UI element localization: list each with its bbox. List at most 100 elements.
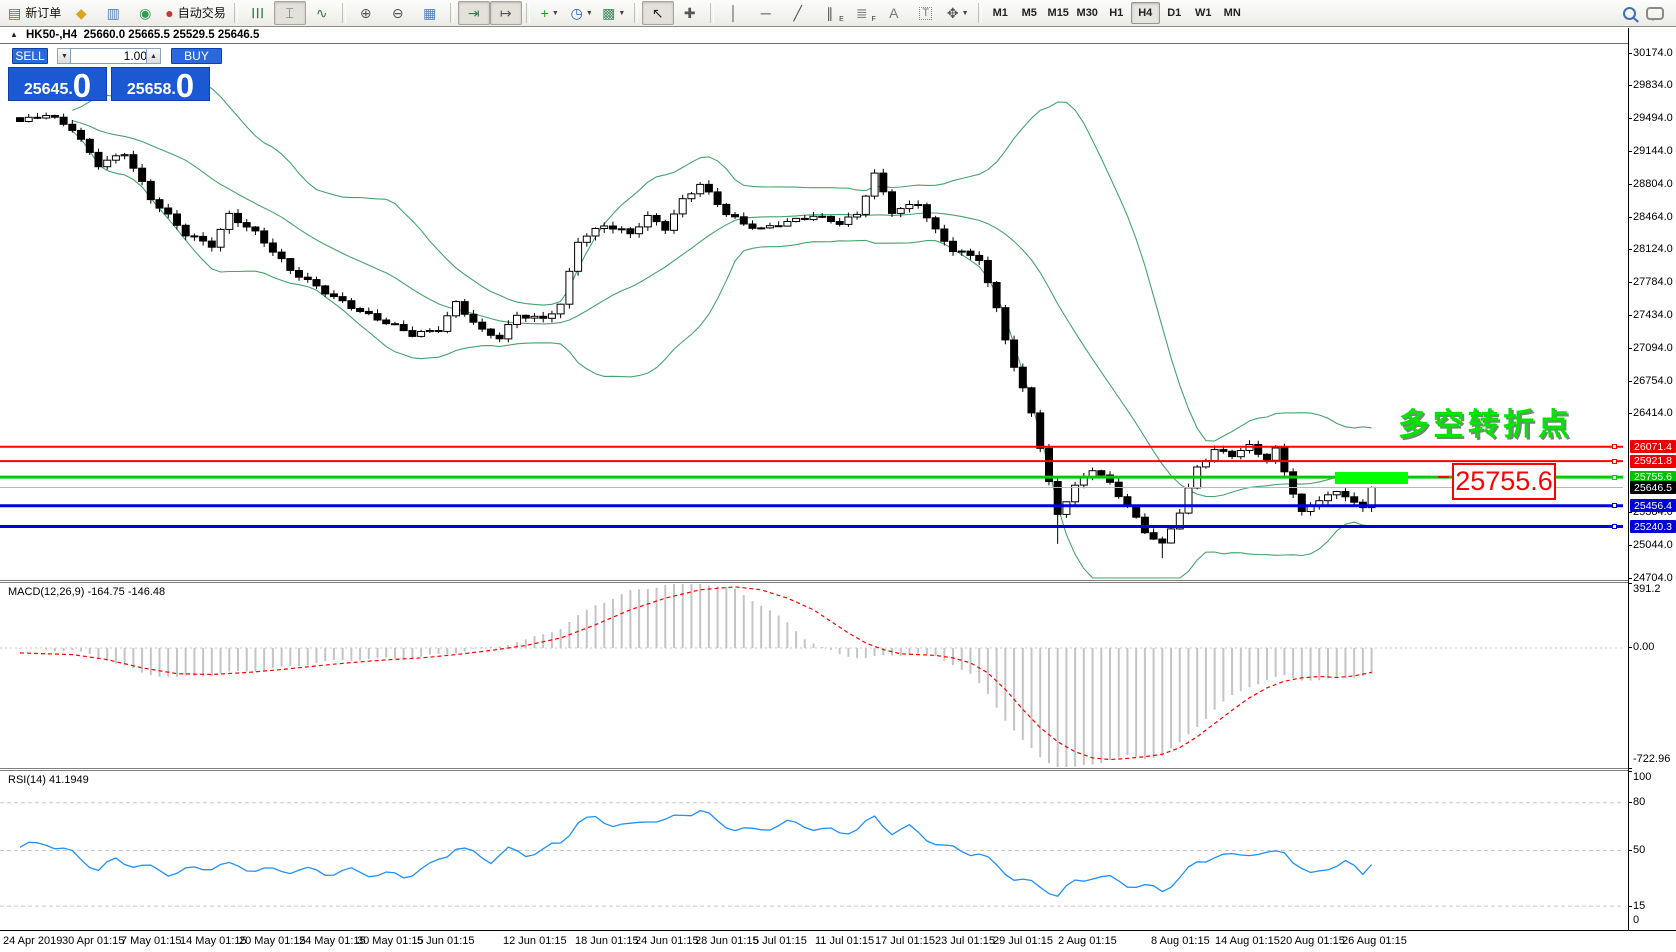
chart-title-strip: ▲ HK50-,H4 25660.0 25665.5 25529.5 25646… [0,28,1676,44]
zoom-out-icon: ⊖ [391,5,404,21]
time-tick-label: 24 May 01:15 [299,935,366,947]
metaeditor-button[interactable]: ◆ [65,1,97,25]
timeframe-d1-button[interactable]: D1 [1160,2,1189,24]
collapse-triangle-icon[interactable]: ▲ [10,30,18,39]
chat-icon[interactable] [1646,6,1664,21]
time-tick-label: 11 Jul 01:15 [815,935,875,947]
toolbar-separator [233,3,238,23]
time-tick-label: 30 Apr 01:15 [62,935,125,947]
bid-price-big-digit: 0 [72,66,92,104]
price-callout-label[interactable]: 25755.6 [1452,463,1556,500]
timeframe-m15-button[interactable]: M15 [1044,2,1073,24]
time-tick-label: 5 Jun 01:15 [417,935,475,947]
price-tick-label: 28464.0 [1633,210,1673,223]
axis-tick [1628,582,1632,584]
zoom-in-button[interactable]: ⊕ [350,1,382,25]
zoom-out-button[interactable]: ⊖ [382,1,414,25]
timeframe-m30-button[interactable]: M30 [1073,2,1102,24]
crosshair-icon: ✚ [683,5,696,21]
toolbar-separator [449,3,454,23]
volume-input[interactable] [70,48,152,64]
chart-ohlc: 25660.0 25665.5 25529.5 25646.5 [83,29,260,41]
volume-up-button[interactable]: ▲ [146,48,161,64]
sell-button[interactable]: SELL [12,48,48,64]
ask-price[interactable]: 25658. 0 [111,67,210,102]
panel-splitter[interactable] [0,770,1676,771]
annotation-text[interactable]: 多空转折点 [1398,399,1573,444]
chevron-down-icon[interactable]: ▼ [586,10,593,17]
timeframe-h4-button[interactable]: H4 [1130,2,1160,24]
text-label-button[interactable]: T [910,1,942,25]
time-tick-label: 20 May 01:15 [239,935,306,947]
one-click-trading-panel: SELL ▼ ▲ BUY 25645.0 25658.0 [8,45,222,102]
toolbar-separator [525,3,530,23]
chevron-down-icon[interactable]: ▼ [552,10,559,17]
panel-splitter[interactable] [0,582,1676,583]
time-axis: 24 Apr 2019 30 Apr 01:15 7 May 01:15 14 May… [0,930,1676,952]
price-tick-label: 28124.0 [1633,243,1673,256]
search-icon[interactable] [1623,6,1636,20]
arrows-button[interactable]: ✥ ▼ [942,1,974,25]
bid-price[interactable]: 25645. 0 [8,66,107,104]
bar-chart-button[interactable]: ☰ [242,1,274,25]
timeframe-m1-button[interactable]: M1 [986,2,1015,24]
crosshair-button[interactable]: ✚ [674,1,706,25]
timeframe-w1-button[interactable]: W1 [1189,2,1218,24]
timeframe-h1-button[interactable]: H1 [1102,2,1131,24]
auto-trading-button[interactable]: ● 自动交易 [161,1,229,25]
highlight-rectangle[interactable] [1335,472,1408,484]
fibonacci-button[interactable]: ≣ F [846,1,878,25]
new-order-button[interactable]: ▤ 新订单 [4,1,65,25]
chevron-down-icon[interactable]: ▼ [618,10,625,17]
chart-shift-button[interactable]: ↦ [489,1,522,25]
line-anchor-handle[interactable] [1612,503,1617,509]
data-window-button[interactable]: ▥ [97,1,129,25]
macd-indicator-title: MACD(12,26,9) -164.75 -146.48 [8,586,166,598]
time-tick-label: 7 May 01:15 [121,935,182,947]
axis-tick [1628,183,1632,185]
rsi-axis-label: 50 [1633,844,1646,856]
price-tick-label: 26754.0 [1633,374,1673,387]
axis-tick [1628,544,1632,546]
panel-splitter[interactable] [0,580,1676,581]
trendline-button[interactable]: ╱ [782,1,814,25]
tile-windows-button[interactable]: ▦ [414,1,446,25]
panel-splitter[interactable] [0,768,1676,769]
cursor-button[interactable]: ↖ [641,1,674,25]
axis-tick [1628,512,1632,514]
signals-button[interactable]: ◉ [129,1,161,25]
price-level-badge-support-line: 25240.3 [1630,520,1676,534]
indicators-icon: + [540,5,549,21]
candlestick-button[interactable]: ⌶ [273,1,306,25]
line-anchor-handle[interactable] [1612,474,1617,480]
vertical-line-button[interactable]: │ [718,1,750,25]
periods-button[interactable]: ◷ ▼ [566,1,598,25]
horizontal-line-button[interactable]: ─ [750,1,782,25]
time-tick-label: 23 Jul 01:15 [935,935,995,947]
macd-axis-label: 391.2 [1633,582,1661,595]
equidistant-channel-button[interactable]: ∥ E [814,1,846,25]
toolbar-separator [977,3,982,23]
price-tick-label: 28804.0 [1633,177,1673,190]
price-tick-label: 27094.0 [1633,342,1673,355]
line-chart-button[interactable]: ∿ [306,1,338,25]
timeframe-m5-button[interactable]: M5 [1015,2,1044,24]
horizontal-line-icon: ─ [760,5,771,21]
text-button[interactable]: A [878,1,910,25]
data-window-icon: ▥ [106,5,120,21]
auto-scroll-button[interactable]: ⇥ [457,1,490,25]
line-anchor-handle[interactable] [1612,444,1617,450]
buy-button[interactable]: BUY [171,48,222,64]
time-tick-label: 28 Jun 01:15 [695,935,759,947]
axis-tick [1628,929,1632,931]
templates-button[interactable]: ▩ ▼ [598,1,630,25]
timeframe-mn-button[interactable]: MN [1218,2,1247,24]
rsi-axis-label: 0 [1633,913,1640,926]
time-tick-label: 2 Aug 01:15 [1058,935,1117,947]
line-anchor-handle[interactable] [1612,458,1617,464]
time-tick-label: 18 Jun 01:15 [575,935,639,947]
indicators-button[interactable]: + ▼ [534,1,566,25]
line-anchor-handle[interactable] [1612,524,1617,530]
cursor-icon: ↖ [651,5,664,21]
chevron-down-icon[interactable]: ▼ [962,10,969,17]
